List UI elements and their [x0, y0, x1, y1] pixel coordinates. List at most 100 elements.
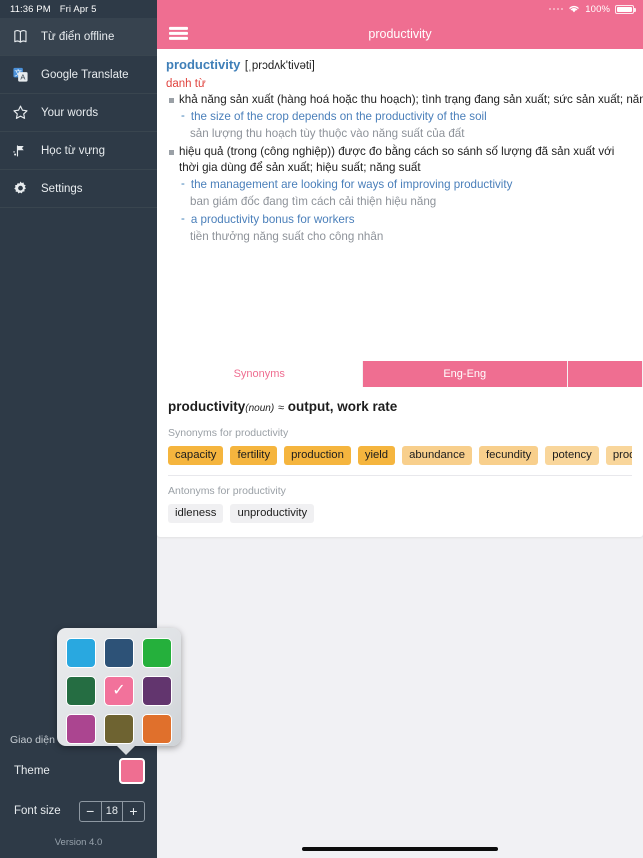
status-bar-right: 100% — [157, 0, 643, 18]
sidebar-item-learn-vocabulary[interactable]: Học từ vựng — [0, 132, 157, 170]
version-label: Version 4.0 — [54, 837, 103, 848]
section-divider — [168, 475, 632, 476]
theme-setting-row: Theme — [0, 751, 157, 791]
gear-icon — [11, 179, 30, 198]
synonym-chip[interactable]: abundance — [402, 446, 473, 465]
theme-swatch-grid: ✓ — [66, 638, 172, 744]
sidebar-item-settings[interactable]: Settings — [0, 170, 157, 208]
status-date: Fri Apr 5 — [59, 3, 97, 15]
dash-icon: - — [181, 109, 185, 122]
tab-bar: Synonyms Eng-Eng — [157, 361, 643, 387]
sidebar-item-label: Settings — [41, 182, 83, 195]
book-icon — [11, 27, 30, 46]
part-of-speech: danh từ — [166, 78, 206, 90]
status-bar: 11:36 PM Fri Apr 5 100% — [0, 0, 643, 18]
star-icon — [11, 103, 30, 122]
sense-entry: khả năng sản xuất (hàng hoá hoặc thu hoạ… — [157, 91, 643, 108]
translate-icon: 文 A — [11, 65, 30, 84]
battery-percent: 100% — [585, 3, 610, 15]
dash-icon: - — [181, 177, 185, 190]
synonym-chip[interactable]: yield — [357, 446, 396, 465]
bullet-square-icon — [169, 98, 174, 103]
synonym-chip[interactable]: potency — [545, 446, 599, 465]
synonym-chip[interactable]: capacity — [168, 446, 224, 465]
synonym-chip[interactable]: fecundity — [479, 446, 539, 465]
definition-card: productivity [ˌprɔdʌk'tivəti] danh từ kh… — [157, 49, 643, 361]
color-swatch-orange[interactable] — [142, 714, 172, 744]
theme-color-picker-popup: ✓ — [57, 628, 181, 755]
synonyms-heading-word: productivity — [168, 399, 246, 414]
color-swatch-light-blue[interactable] — [66, 638, 96, 668]
home-indicator-bar — [157, 847, 643, 851]
antonyms-group-label: Antonyms for productivity — [168, 485, 286, 497]
example-vietnamese: ban giám đốc đang tìm cách cải thiện hiệ… — [190, 194, 437, 208]
tab-third[interactable] — [568, 361, 643, 387]
example-english[interactable]: a productivity bonus for workers — [191, 212, 355, 228]
color-swatch-magenta[interactable] — [66, 714, 96, 744]
app-root: 11:36 PM Fri Apr 5 100% Từ điển offline … — [0, 0, 643, 858]
antonym-chip[interactable]: unproductivity — [230, 504, 315, 523]
sense-entry: hiệu quả (trong (công nghiệp)) được đo b… — [157, 143, 643, 176]
check-icon: ✓ — [112, 682, 126, 699]
sidebar-item-label: Your words — [41, 106, 99, 119]
font-size-decrease-button[interactable]: − — [80, 802, 101, 821]
font-size-value: 18 — [100, 801, 123, 821]
example-row: - a productivity bonus for workers — [157, 211, 643, 228]
sidebar-item-google-translate[interactable]: 文 A Google Translate — [0, 56, 157, 94]
app-bar: productivity — [157, 18, 643, 49]
status-time: 11:36 PM — [10, 3, 51, 15]
synonyms-panel: productivity(noun) ≈ output, work rate S… — [157, 387, 643, 537]
color-swatch-pink[interactable]: ✓ — [104, 676, 134, 706]
color-swatch-dark-green[interactable] — [66, 676, 96, 706]
font-size-increase-button[interactable]: + — [123, 802, 144, 821]
tab-eng-eng[interactable]: Eng-Eng — [363, 361, 568, 387]
wifi-icon — [568, 0, 580, 18]
sidebar-nav-list: Từ điển offline 文 A Google Translate You… — [0, 18, 157, 208]
synonym-chip[interactable]: production — [284, 446, 351, 465]
hamburger-menu-icon[interactable] — [169, 24, 188, 42]
tab-synonyms[interactable]: Synonyms — [157, 361, 363, 387]
synonym-chip[interactable]: fertility — [230, 446, 278, 465]
example-vietnamese: tiền thưởng năng suất cho công nhân — [190, 230, 384, 244]
theme-color-swatch[interactable] — [119, 758, 145, 784]
color-swatch-green[interactable] — [142, 638, 172, 668]
sidebar-item-label: Từ điển offline — [41, 30, 115, 43]
dash-icon: - — [181, 213, 185, 226]
antonym-chip[interactable]: idleness — [168, 504, 224, 523]
example-row: - the management are looking for ways of… — [157, 176, 643, 193]
signal-dots-icon — [548, 7, 564, 11]
sidebar-item-label: Học từ vựng — [41, 144, 105, 157]
sense-text: hiệu quả (trong (công nghiệp)) được đo b… — [179, 145, 615, 175]
font-size-stepper: − 18 + — [78, 800, 145, 822]
main-panel: productivity productivity [ˌprɔdʌk'tivət… — [157, 18, 643, 858]
status-bar-left: 11:36 PM Fri Apr 5 — [0, 0, 157, 18]
phonetic-transcription: [ˌprɔdʌk'tivəti] — [244, 60, 315, 72]
color-swatch-navy-blue[interactable] — [104, 638, 134, 668]
antonyms-chip-row: idleness unproductivity — [168, 504, 632, 523]
color-swatch-olive[interactable] — [104, 714, 134, 744]
synonym-chip[interactable]: productiveness — [605, 446, 632, 465]
theme-label: Theme — [14, 765, 50, 777]
synonyms-heading-gloss: output, work rate — [287, 399, 398, 414]
example-english[interactable]: the management are looking for ways of i… — [191, 177, 513, 193]
sidebar-item-your-words[interactable]: Your words — [0, 94, 157, 132]
synonyms-group-label: Synonyms for productivity — [168, 427, 289, 439]
headword: productivity — [166, 57, 241, 72]
example-english[interactable]: the size of the crop depends on the prod… — [191, 109, 487, 125]
approx-symbol: ≈ — [277, 402, 284, 414]
example-vietnamese: sản lượng thu hoạch tùy thuộc vào năng s… — [190, 126, 465, 140]
battery-icon — [615, 4, 636, 14]
sidebar-item-offline-dictionary[interactable]: Từ điển offline — [0, 18, 157, 56]
synonyms-heading-pos: (noun) — [245, 403, 275, 414]
font-size-label: Font size — [14, 805, 61, 817]
synonyms-heading: productivity(noun) ≈ output, work rate — [168, 399, 632, 414]
graduation-flag-icon — [11, 141, 30, 160]
headword-row: productivity [ˌprɔdʌk'tivəti] — [157, 56, 643, 75]
example-row: - the size of the crop depends on the pr… — [157, 108, 643, 125]
synonyms-chip-row: capacity fertility production yield abun… — [168, 446, 632, 465]
page-title: productivity — [368, 26, 432, 41]
font-size-setting-row: Font size − 18 + — [0, 791, 157, 831]
bullet-square-icon — [169, 150, 174, 156]
sense-text: khả năng sản xuất (hàng hoá hoặc thu hoạ… — [179, 93, 643, 106]
color-swatch-purple[interactable] — [142, 676, 172, 706]
